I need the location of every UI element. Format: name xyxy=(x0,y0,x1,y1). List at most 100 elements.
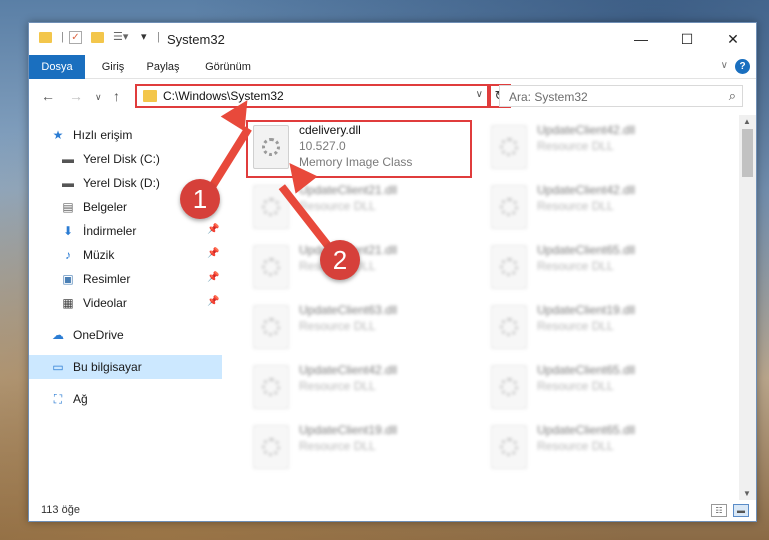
expand-ribbon-icon[interactable]: ∨ xyxy=(721,60,728,71)
sidebar-item-pictures[interactable]: ▣ Resimler 📌 xyxy=(29,267,222,291)
dll-file-icon xyxy=(491,245,527,289)
address-bar[interactable]: C:\Windows\System32 ∨ xyxy=(135,84,489,108)
file-name: UpdateClient19.dll xyxy=(537,303,636,317)
file-item[interactable]: UpdateClient65.dll Resource DLL xyxy=(487,419,717,477)
navigation-bar: ← → ∨ ↑ C:\Windows\System32 ∨ ↻ Ara: Sys… xyxy=(29,80,756,114)
sidebar-item-videos[interactable]: ▦ Videolar 📌 xyxy=(29,291,222,315)
help-icon[interactable]: ? xyxy=(735,59,750,74)
properties-icon[interactable]: ✓ xyxy=(69,31,82,44)
gear-icon xyxy=(500,318,518,336)
sidebar-item-label: Yerel Disk (C:) xyxy=(83,152,160,166)
gear-icon xyxy=(500,198,518,216)
file-name: UpdateClient21.dll xyxy=(299,183,398,197)
minimize-button[interactable]: — xyxy=(618,23,664,55)
sidebar-item-label: Videolar xyxy=(83,296,127,310)
file-name: UpdateClient42.dll xyxy=(299,363,398,377)
details-view-icon[interactable]: ☷ xyxy=(711,504,727,517)
separator: | xyxy=(157,31,160,43)
file-item[interactable]: UpdateClient65.dll Resource DLL xyxy=(487,359,717,417)
close-button[interactable]: ✕ xyxy=(710,23,756,55)
gear-icon xyxy=(262,258,280,276)
file-item[interactable]: UpdateClient63.dll Resource DLL xyxy=(249,299,479,357)
gear-icon xyxy=(262,198,280,216)
file-name: UpdateClient19.dll xyxy=(299,423,398,437)
forward-arrow-icon[interactable]: → xyxy=(69,88,83,104)
file-item[interactable]: UpdateClient19.dll Resource DLL xyxy=(487,299,717,357)
file-name: UpdateClient42.dll xyxy=(537,123,636,137)
dll-file-icon xyxy=(491,365,527,409)
music-icon: ♪ xyxy=(65,248,71,262)
customize-icon[interactable]: ☰▾ xyxy=(113,30,128,43)
gear-icon xyxy=(500,138,518,156)
sidebar-item-label: Bu bilgisayar xyxy=(73,360,142,374)
back-arrow-icon[interactable]: ← xyxy=(41,88,55,104)
sidebar-item-quick-access[interactable]: ★ Hızlı erişim xyxy=(29,123,222,147)
search-icon[interactable]: ⌕ xyxy=(729,88,736,104)
file-name: UpdateClient42.dll xyxy=(537,183,636,197)
sidebar-item-disk-c[interactable]: ▬ Yerel Disk (C:) xyxy=(29,147,222,171)
large-icons-view-icon[interactable]: ▬ xyxy=(733,504,749,517)
scroll-up-icon[interactable]: ▲ xyxy=(743,117,751,126)
file-item[interactable]: UpdateClient21.dll Resource DLL xyxy=(249,239,479,297)
drive-icon: ▬ xyxy=(62,176,74,190)
sidebar-item-network[interactable]: ⛶ Ağ xyxy=(29,387,222,411)
file-name: UpdateClient65.dll xyxy=(537,243,636,257)
file-item[interactable]: UpdateClient42.dll Resource DLL xyxy=(487,179,717,237)
download-icon: ⬇ xyxy=(62,224,74,238)
qa-dropdown-icon[interactable]: ▾ xyxy=(141,30,147,43)
gear-icon xyxy=(262,438,280,456)
network-icon: ⛶ xyxy=(53,392,63,406)
file-item[interactable]: UpdateClient42.dll Resource DLL xyxy=(249,359,479,417)
sidebar-item-label: Yerel Disk (D:) xyxy=(83,176,160,190)
separator: | xyxy=(61,31,64,43)
search-input[interactable]: Ara: System32 ⌕ xyxy=(499,85,743,107)
document-icon: ▤ xyxy=(62,200,74,214)
pin-icon[interactable]: 📌 xyxy=(207,248,219,259)
new-folder-icon[interactable] xyxy=(91,32,104,43)
tab-file[interactable]: Dosya xyxy=(29,55,85,79)
vertical-scrollbar[interactable]: ▲ ▼ xyxy=(739,115,756,500)
file-item[interactable]: UpdateClient65.dll Resource DLL xyxy=(487,239,717,297)
file-type: Resource DLL xyxy=(299,319,376,333)
file-item[interactable]: UpdateClient19.dll Resource DLL xyxy=(249,419,479,477)
sidebar-item-label: İndirmeler xyxy=(83,224,137,238)
sidebar-item-onedrive[interactable]: ☁ OneDrive xyxy=(29,323,222,347)
status-bar: 113 öğe ☷ ▬ xyxy=(29,501,756,521)
file-item[interactable]: UpdateClient42.dll Resource DLL xyxy=(487,119,717,177)
cloud-icon: ☁ xyxy=(52,328,64,342)
file-type: Resource DLL xyxy=(537,139,614,153)
maximize-button[interactable]: ☐ xyxy=(664,23,710,55)
tab-view[interactable]: Görünüm xyxy=(199,55,257,79)
gear-icon xyxy=(500,258,518,276)
recent-locations-icon[interactable]: ∨ xyxy=(95,92,102,103)
gear-icon xyxy=(500,438,518,456)
callout-2: 2 xyxy=(320,240,360,280)
scrollbar-thumb[interactable] xyxy=(742,129,753,177)
file-type: Resource DLL xyxy=(299,379,376,393)
file-type: Resource DLL xyxy=(299,439,376,453)
pin-icon[interactable]: 📌 xyxy=(207,272,219,283)
sidebar-item-downloads[interactable]: ⬇ İndirmeler 📌 xyxy=(29,219,222,243)
tab-share[interactable]: Paylaş xyxy=(141,55,185,79)
scroll-down-icon[interactable]: ▼ xyxy=(743,489,751,498)
sidebar-item-music[interactable]: ♪ Müzik 📌 xyxy=(29,243,222,267)
file-type: Resource DLL xyxy=(537,199,614,213)
gear-icon xyxy=(262,318,280,336)
star-icon: ★ xyxy=(52,128,64,142)
drive-icon: ▬ xyxy=(62,152,74,166)
sidebar-item-label: Resimler xyxy=(83,272,131,286)
file-type: Resource DLL xyxy=(537,319,614,333)
file-name: UpdateClient63.dll xyxy=(299,303,398,317)
dll-file-icon xyxy=(253,245,289,289)
pin-icon[interactable]: 📌 xyxy=(207,296,219,307)
chevron-down-icon[interactable]: ∨ xyxy=(476,89,483,100)
item-count: 113 öğe xyxy=(41,504,80,516)
sidebar-item-this-pc[interactable]: ▭ Bu bilgisayar xyxy=(29,355,222,379)
sidebar-item-label: Ağ xyxy=(73,392,88,406)
pictures-icon: ▣ xyxy=(62,272,74,286)
up-arrow-icon[interactable]: ↑ xyxy=(113,88,120,104)
address-path[interactable]: C:\Windows\System32 xyxy=(163,89,284,103)
tab-home[interactable]: Giriş xyxy=(93,55,133,79)
computer-icon: ▭ xyxy=(52,360,64,374)
pin-icon[interactable]: 📌 xyxy=(207,224,219,235)
